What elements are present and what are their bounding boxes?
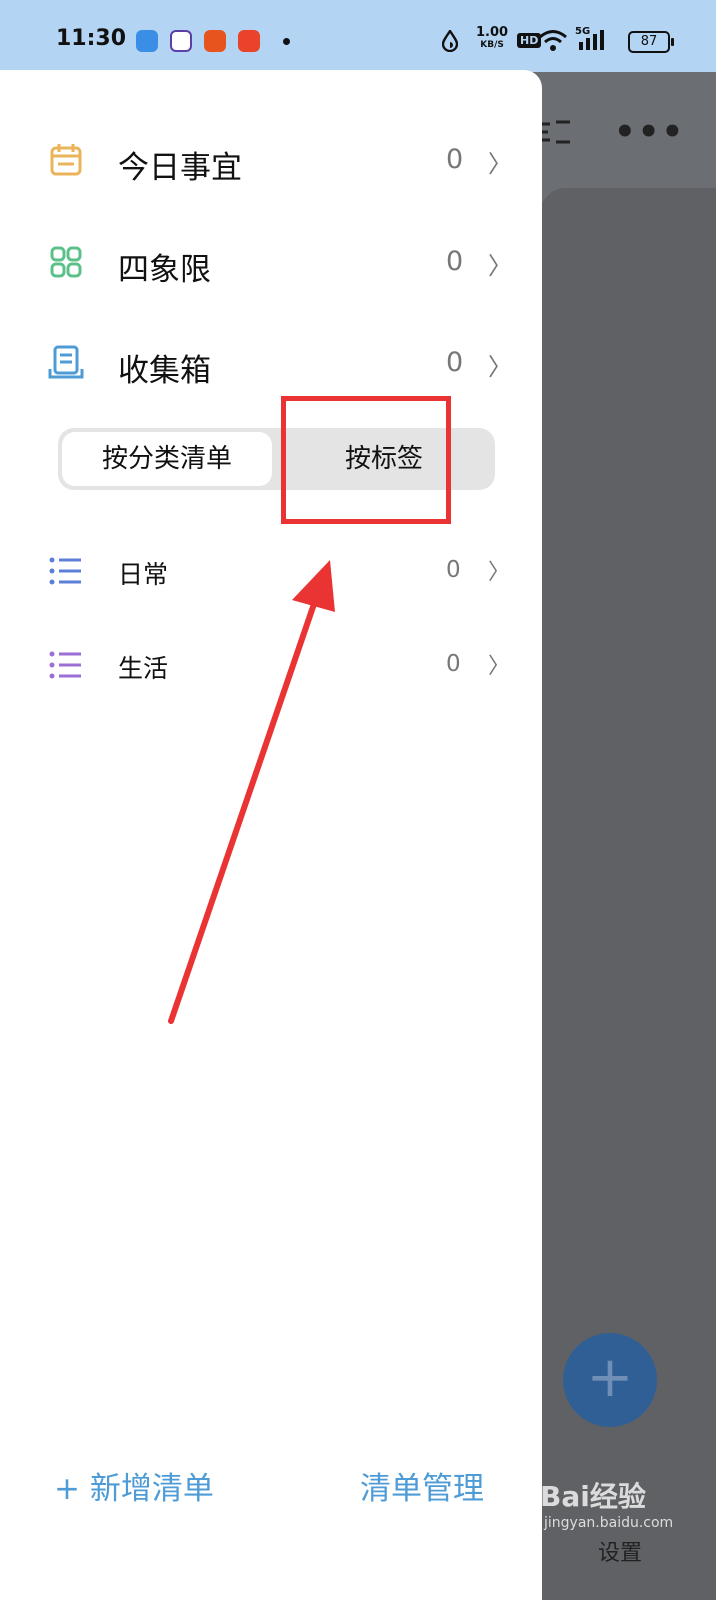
watermark-brand: Bai经验 xyxy=(540,1480,646,1513)
watermark-site: jingyan.baidu.com xyxy=(544,1515,674,1531)
annotation-arrow xyxy=(168,560,335,1024)
watermark: Bai经验 jingyan.baidu.com xyxy=(540,1475,673,1531)
